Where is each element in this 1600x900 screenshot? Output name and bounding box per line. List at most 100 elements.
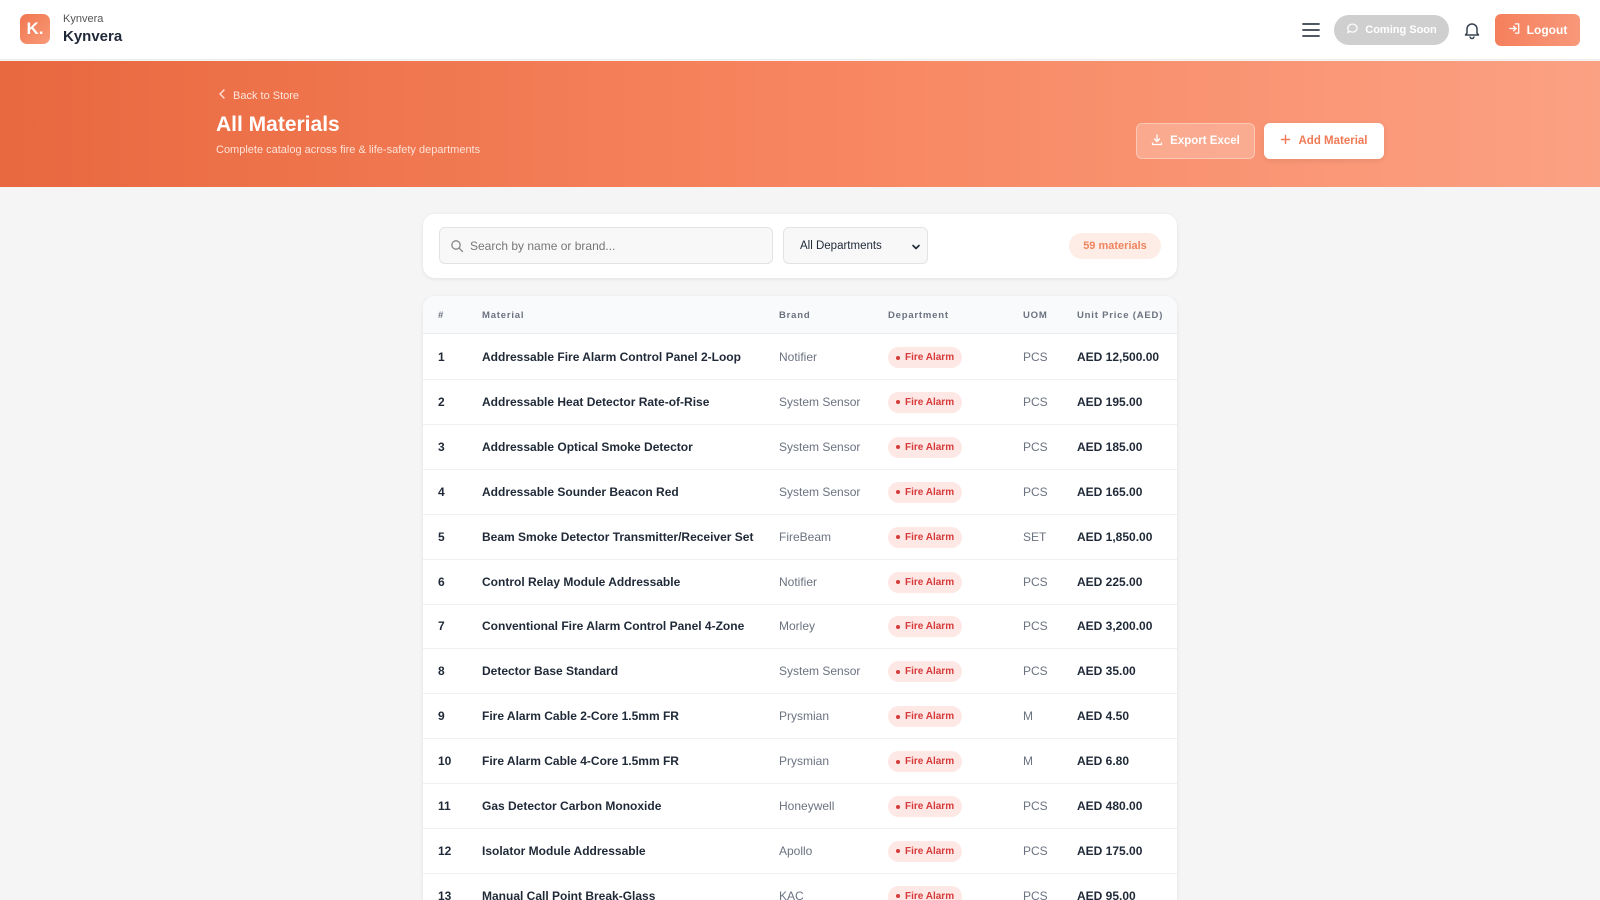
department-label: Fire Alarm [905, 666, 955, 678]
material-brand: Prysmian [779, 709, 830, 724]
materials-count-badge: 59 materials [1069, 233, 1161, 259]
row-number: 12 [438, 843, 452, 858]
department-badge: Fire Alarm [888, 661, 963, 683]
department-label: Fire Alarm [905, 801, 955, 812]
department-badge: Fire Alarm [888, 481, 963, 503]
department-dot-icon [896, 669, 900, 674]
material-name: Detector Base Standard [482, 664, 619, 679]
department-badge: Fire Alarm [888, 571, 963, 593]
unit-price: AED 165.00 [1077, 484, 1143, 499]
unit-of-measure: PCS [1023, 799, 1048, 813]
unit-of-measure: PCS [1023, 439, 1048, 454]
material-brand: System Sensor [779, 664, 861, 679]
material-name: Fire Alarm Cable 2-Core 1.5mm FR [482, 709, 679, 724]
unit-of-measure: PCS [1023, 843, 1048, 858]
department-dot-icon [896, 355, 900, 360]
search-input[interactable] [468, 228, 768, 263]
row-number: 10 [438, 754, 452, 769]
add-material-button[interactable]: Add Material [1264, 123, 1384, 159]
table-row[interactable]: 3 Addressable Optical Smoke Detector Syste… [423, 425, 1177, 470]
table-row[interactable]: 4 Addressable Sounder Beacon Red System Se… [423, 470, 1177, 515]
back-to-store-link[interactable]: Back to Store [218, 89, 299, 102]
search-box[interactable] [439, 227, 773, 264]
column-header-number: # [438, 310, 445, 321]
material-name: Gas Detector Carbon Monoxide [482, 799, 662, 813]
chevron-down-icon [911, 242, 921, 252]
hamburger-menu-icon[interactable] [1300, 19, 1322, 41]
table-row[interactable]: 9 Fire Alarm Cable 2-Core 1.5mm FR Prysmia… [423, 694, 1177, 740]
row-number: 2 [438, 394, 445, 409]
material-name: Conventional Fire Alarm Control Panel 4-… [482, 619, 745, 634]
materials-table: # Material Brand Department UOM Unit Pri… [423, 296, 1177, 900]
bell-icon[interactable] [1462, 20, 1482, 40]
page-subtitle: Complete catalog across fire & life-safe… [216, 144, 481, 156]
chat-bubble-icon [1346, 22, 1359, 38]
logout-icon [1508, 22, 1521, 38]
coming-soon-label: Coming Soon [1365, 24, 1437, 36]
export-excel-button[interactable]: Export Excel [1136, 123, 1255, 159]
unit-price: AED 3,200.00 [1077, 619, 1153, 634]
department-dot-icon [896, 445, 900, 450]
column-header-brand: Brand [779, 310, 811, 321]
search-icon [450, 239, 464, 253]
row-number: 1 [438, 350, 445, 364]
department-dot-icon [896, 894, 900, 899]
table-row[interactable]: 6 Control Relay Module Addressable Notifie… [423, 560, 1177, 605]
unit-price: AED 12,500.00 [1077, 350, 1160, 364]
material-brand: KAC [779, 888, 804, 900]
table-row[interactable]: 12 Isolator Module Addressable Apollo Fire … [423, 829, 1177, 874]
back-to-store-label: Back to Store [233, 89, 300, 102]
material-name: Beam Smoke Detector Transmitter/Receiver… [482, 529, 754, 544]
brand-subtitle: Kynvera [63, 13, 104, 25]
unit-price: AED 185.00 [1077, 439, 1143, 454]
column-header-material: Material [482, 310, 525, 321]
top-bar: K. Kynvera Kynvera Coming Soon Logout [0, 0, 1600, 60]
unit-of-measure: SET [1023, 529, 1047, 544]
department-dot-icon [896, 849, 900, 854]
row-number: 9 [438, 709, 445, 724]
logout-button[interactable]: Logout [1495, 14, 1580, 46]
row-number: 8 [438, 664, 445, 679]
table-row[interactable]: 8 Detector Base Standard System Sensor Fire… [423, 649, 1177, 695]
department-label: Fire Alarm [905, 756, 955, 768]
row-number: 13 [438, 888, 452, 900]
department-label: Fire Alarm [905, 621, 955, 633]
unit-of-measure: M [1023, 709, 1033, 724]
department-label: Fire Alarm [905, 441, 955, 453]
table-row[interactable]: 11 Gas Detector Carbon Monoxide Honeywell F… [423, 784, 1177, 829]
row-number: 5 [438, 529, 445, 544]
department-label: Fire Alarm [905, 576, 955, 588]
material-brand: System Sensor [779, 439, 861, 454]
department-badge: Fire Alarm [888, 706, 963, 728]
table-row[interactable]: 7 Conventional Fire Alarm Control Panel 4… [423, 604, 1177, 650]
unit-price: AED 95.00 [1077, 888, 1136, 900]
unit-price: AED 480.00 [1077, 799, 1143, 813]
app-logo[interactable]: K. [20, 14, 50, 44]
department-badge: Fire Alarm [888, 751, 963, 773]
column-header-department: Department [888, 310, 949, 321]
department-label: Fire Alarm [905, 890, 955, 900]
material-name: Control Relay Module Addressable [482, 574, 681, 589]
row-number: 3 [438, 439, 445, 454]
department-select[interactable]: All Departments [783, 227, 928, 264]
department-badge: Fire Alarm [888, 526, 963, 548]
material-name: Isolator Module Addressable [482, 843, 646, 858]
table-row[interactable]: 10 Fire Alarm Cable 4-Core 1.5mm FR Prysmi… [423, 739, 1177, 785]
unit-of-measure: M [1023, 754, 1033, 769]
department-badge: Fire Alarm [888, 840, 963, 862]
unit-of-measure: PCS [1023, 888, 1048, 900]
material-name: Fire Alarm Cable 4-Core 1.5mm FR [482, 754, 679, 769]
department-dot-icon [896, 400, 900, 405]
table-row[interactable]: 13 Manual Call Point Break-Glass KAC Fire A… [423, 874, 1177, 900]
unit-price: AED 175.00 [1077, 843, 1143, 858]
material-brand: System Sensor [779, 394, 861, 409]
plus-icon [1280, 134, 1291, 148]
table-row[interactable]: 2 Addressable Heat Detector Rate-of-Rise S… [423, 380, 1177, 425]
table-row[interactable]: 5 Beam Smoke Detector Transmitter/Receive… [423, 515, 1177, 560]
material-brand: Apollo [779, 843, 813, 858]
coming-soon-button[interactable]: Coming Soon [1334, 15, 1449, 45]
department-label: Fire Alarm [905, 711, 955, 723]
department-label: Fire Alarm [905, 845, 955, 857]
department-label: Fire Alarm [905, 531, 955, 543]
table-row[interactable]: 1 Addressable Fire Alarm Control Panel 2-… [423, 335, 1177, 380]
